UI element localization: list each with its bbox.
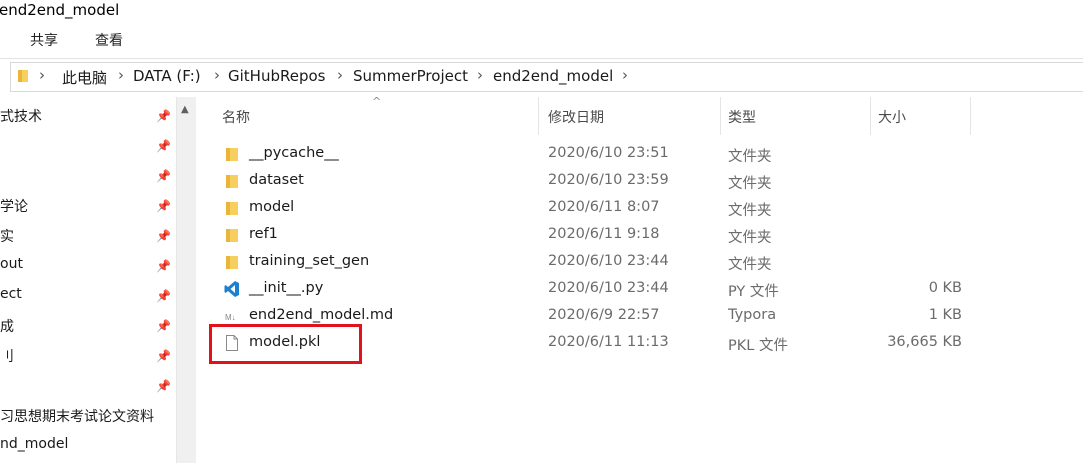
file-type: 文件夹 xyxy=(728,176,772,192)
pin-icon[interactable]: 📌 xyxy=(156,319,171,333)
column-divider[interactable] xyxy=(720,97,721,135)
breadcrumb-this-pc[interactable]: 此电脑 xyxy=(62,67,107,88)
pin-icon[interactable]: 📌 xyxy=(156,169,171,183)
folder-icon xyxy=(226,175,238,188)
file-name[interactable]: end2end_model.md xyxy=(249,307,393,323)
nav-item[interactable]: 成 xyxy=(0,316,14,336)
address-bar[interactable]: › 此电脑 › DATA (F:) › GitHubRepos › Summer… xyxy=(10,62,1083,92)
nav-item[interactable]: out xyxy=(0,256,23,272)
nav-scrollbar[interactable]: ▲ xyxy=(176,97,196,463)
breadcrumb-separator[interactable]: › xyxy=(214,66,220,84)
folder-icon xyxy=(226,202,238,215)
column-divider[interactable] xyxy=(870,97,871,135)
file-name[interactable]: __init__.py xyxy=(249,280,323,296)
file-row[interactable]: model 2020/6/11 8:07 文件夹 xyxy=(196,195,1083,222)
window-title-bar: end2end_model xyxy=(0,0,1083,22)
nav-item[interactable]: nd_model xyxy=(0,436,68,452)
file-name[interactable]: dataset xyxy=(249,172,304,188)
file-row[interactable]: __init__.py 2020/6/10 23:44 PY 文件 0 KB xyxy=(196,276,1083,303)
file-size: 1 KB xyxy=(928,307,962,323)
nav-item[interactable]: 刂 xyxy=(0,346,14,366)
pin-icon[interactable]: 📌 xyxy=(156,289,171,303)
file-size: 0 KB xyxy=(928,280,962,296)
ribbon: 共享 查看 xyxy=(0,24,1083,59)
breadcrumb-separator[interactable]: › xyxy=(622,66,628,84)
highlight-box xyxy=(209,324,362,364)
pin-icon[interactable]: 📌 xyxy=(156,349,171,363)
tab-view[interactable]: 查看 xyxy=(95,30,123,50)
pin-icon[interactable]: 📌 xyxy=(156,199,171,213)
file-name[interactable]: ref1 xyxy=(249,226,278,242)
folder-icon xyxy=(226,256,238,269)
file-type: 文件夹 xyxy=(728,257,772,273)
file-type: 文件夹 xyxy=(728,149,772,165)
breadcrumb-data-drive[interactable]: DATA (F:) xyxy=(133,67,201,85)
column-divider[interactable] xyxy=(970,97,971,135)
breadcrumb-separator[interactable]: › xyxy=(337,66,343,84)
file-row[interactable]: training_set_gen 2020/6/10 23:44 文件夹 xyxy=(196,249,1083,276)
pin-icon[interactable]: 📌 xyxy=(156,259,171,273)
file-type: 文件夹 xyxy=(728,203,772,219)
vscode-icon xyxy=(224,281,239,297)
column-header-size[interactable]: 大小 xyxy=(878,107,906,127)
file-type: Typora xyxy=(728,307,777,323)
nav-item[interactable]: 习思想期末考试论文资料 xyxy=(0,406,154,426)
folder-icon xyxy=(226,148,238,161)
file-date: 2020/6/11 11:13 xyxy=(548,334,669,350)
pin-icon[interactable]: 📌 xyxy=(156,379,171,393)
column-header-type[interactable]: 类型 xyxy=(728,107,756,127)
file-date: 2020/6/11 9:18 xyxy=(548,226,660,242)
file-row[interactable]: dataset 2020/6/10 23:59 文件夹 xyxy=(196,168,1083,195)
breadcrumb-end2end-model[interactable]: end2end_model xyxy=(493,67,613,85)
window-title: end2end_model xyxy=(0,1,120,19)
breadcrumb-separator[interactable]: › xyxy=(39,66,45,84)
file-date: 2020/6/10 23:51 xyxy=(548,145,669,161)
tab-share[interactable]: 共享 xyxy=(30,30,58,50)
nav-item[interactable]: 实 xyxy=(0,226,14,246)
file-type: 文件夹 xyxy=(728,230,772,246)
file-row[interactable]: __pycache__ 2020/6/10 23:51 文件夹 xyxy=(196,141,1083,168)
breadcrumb-separator[interactable]: › xyxy=(477,66,483,84)
svg-text:M↓: M↓ xyxy=(225,313,236,322)
file-size: 36,665 KB xyxy=(887,334,962,350)
file-date: 2020/6/9 22:57 xyxy=(548,307,660,323)
breadcrumb-githubrepos[interactable]: GitHubRepos xyxy=(228,67,325,85)
markdown-icon: M↓ xyxy=(225,313,236,322)
file-row[interactable]: ref1 2020/6/11 9:18 文件夹 xyxy=(196,222,1083,249)
pin-icon[interactable]: 📌 xyxy=(156,109,171,123)
file-date: 2020/6/10 23:59 xyxy=(548,172,669,188)
file-name[interactable]: model xyxy=(249,199,294,215)
file-type: PKL 文件 xyxy=(728,338,788,354)
file-date: 2020/6/11 8:07 xyxy=(548,199,660,215)
pin-icon[interactable]: 📌 xyxy=(156,139,171,153)
pin-icon[interactable]: 📌 xyxy=(156,229,171,243)
file-type: PY 文件 xyxy=(728,284,779,300)
sort-ascending-icon: ^ xyxy=(372,95,382,108)
breadcrumb-separator[interactable]: › xyxy=(118,66,124,84)
file-name[interactable]: training_set_gen xyxy=(249,253,369,269)
column-divider[interactable] xyxy=(538,97,539,135)
file-date: 2020/6/10 23:44 xyxy=(548,280,669,296)
scroll-up-arrow-icon[interactable]: ▲ xyxy=(181,104,189,115)
folder-icon xyxy=(226,229,238,242)
column-header-row: ^ 名称 修改日期 类型 大小 xyxy=(196,95,1083,135)
column-header-date[interactable]: 修改日期 xyxy=(548,107,604,127)
nav-item[interactable]: ect xyxy=(0,286,22,302)
column-header-name[interactable]: 名称 xyxy=(222,107,250,127)
nav-item[interactable]: 学论 xyxy=(0,196,28,216)
file-date: 2020/6/10 23:44 xyxy=(548,253,669,269)
breadcrumb-summerproject[interactable]: SummerProject xyxy=(353,67,468,85)
nav-item[interactable]: 式技术 xyxy=(0,106,42,126)
navigation-pane: 式技术 📌 📌 📌 学论 📌 实 📌 out 📌 ect 📌 成 📌 刂 📌 📌… xyxy=(0,97,176,463)
file-name[interactable]: __pycache__ xyxy=(249,145,339,161)
folder-icon xyxy=(18,70,28,82)
